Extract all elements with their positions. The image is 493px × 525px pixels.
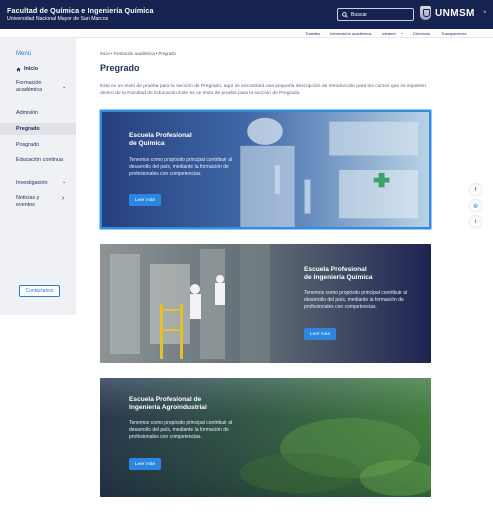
intro-text: Este es un texto de prueba para la secci… [100, 84, 426, 96]
logo-text: UNMSM [435, 7, 475, 19]
close-icon[interactable]: × [483, 10, 487, 16]
breadcrumb[interactable]: Inicio • Formación académica • Pregrado [100, 51, 176, 56]
facebook-icon[interactable]: f [470, 184, 481, 195]
chevron-down-icon[interactable]: ⌄ [62, 179, 66, 185]
utility-link-transparencia[interactable]: Transparencia [441, 31, 466, 36]
chevron-down-icon: ⌄ [400, 30, 404, 35]
card-title-line-1: Escuela Profesional [304, 266, 367, 273]
chevron-right-icon[interactable]: › [62, 195, 64, 202]
page: Facultad de Química e Ingeniería Química… [0, 0, 493, 525]
utility-link-intranet[interactable]: Intranet [382, 31, 396, 36]
page-title: Pregrado [100, 63, 140, 73]
program-card-ingenieria-quimica[interactable]: Escuela Profesional de Ingeniería Químic… [100, 244, 431, 363]
contact-button[interactable]: Contáctanos [19, 285, 60, 297]
instagram-icon[interactable]: ◎ [470, 200, 481, 211]
card-title: Escuela Profesional de Química [129, 132, 192, 149]
card-title-line-1: Escuela Profesional [129, 132, 192, 139]
university-name: Universidad Nacional Mayor de San Marcos [7, 16, 109, 22]
sidebar-item-posgrado[interactable]: Posgrado [16, 142, 39, 148]
sidebar-menu-label: Menú [16, 51, 32, 57]
card-description: Tenemos como propósito principal contrib… [129, 420, 233, 440]
sidebar-item-pregrado[interactable]: Pregrado [16, 126, 40, 132]
search-button[interactable]: Buscar [337, 8, 414, 21]
utility-nav: Trámites Información académica Intranet … [0, 29, 493, 38]
utility-link-tramites[interactable]: Trámites [305, 31, 320, 36]
card-title-line-2: Ingeniería Agroindustrial [129, 404, 207, 412]
program-card-agroindustrial[interactable]: Escuela Profesional de Ingeniería Agroin… [100, 378, 431, 497]
card-title-line-2: de Ingeniería Química [304, 274, 373, 282]
utility-link-directorio[interactable]: Directorio [413, 31, 430, 36]
read-more-button[interactable]: Leer más [129, 194, 161, 206]
sidebar-item-admision[interactable]: Admisión [16, 110, 38, 116]
sidebar: Menú Inicio Formación académica ⌄ Admisi… [0, 38, 76, 315]
utility-link-info-academica[interactable]: Información académica [330, 31, 371, 36]
sidebar-item-educacion-continua[interactable]: Educación continua [16, 157, 63, 163]
card-title: Escuela Profesional de Ingeniería Químic… [304, 266, 373, 283]
unmsm-logo[interactable]: UNMSM [420, 6, 475, 20]
search-icon [342, 11, 348, 18]
card-description: Tenemos como propósito principal contrib… [129, 157, 233, 177]
program-card-quimica[interactable]: Escuela Profesional de Química Tenemos c… [100, 110, 431, 229]
sidebar-item-inicio[interactable]: Inicio [16, 66, 38, 72]
search-label: Buscar [351, 11, 368, 18]
twitter-icon[interactable]: t [470, 216, 481, 227]
sidebar-item-label: Inicio [24, 66, 39, 72]
sidebar-item-noticias[interactable]: Noticias y eventos [16, 195, 48, 209]
card-description: Tenemos como propósito principal contrib… [304, 290, 408, 310]
site-header: Facultad de Química e Ingeniería Química… [0, 0, 493, 29]
sidebar-item-formacion[interactable]: Formación académica [16, 80, 56, 94]
card-title: Escuela Profesional de Ingeniería Agroin… [129, 396, 207, 413]
sidebar-item-investigacion[interactable]: Investigación [16, 180, 47, 186]
card-title-line-1: Escuela Profesional de [129, 396, 202, 403]
home-icon [16, 67, 21, 71]
chevron-down-icon[interactable]: ⌄ [62, 84, 66, 90]
read-more-button[interactable]: Leer más [129, 458, 161, 470]
crest-icon [420, 6, 431, 20]
read-more-button[interactable]: Leer más [304, 328, 336, 340]
card-title-line-2: de Química [129, 140, 165, 148]
faculty-name[interactable]: Facultad de Química e Ingeniería Química [7, 6, 154, 15]
